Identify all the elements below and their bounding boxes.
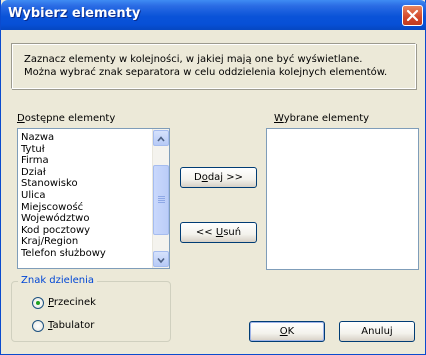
list-item[interactable]: Firma [21,155,49,166]
chevron-up-icon [157,136,165,142]
dialog-window: Wybierz elementy Zaznacz elementy w kole… [0,0,426,355]
close-button[interactable] [402,5,423,26]
available-elements-list[interactable]: Nazwa Tytuł Firma Dział Stanowisko Ulica Miejs… [17,128,170,269]
list-item[interactable]: Województwo [21,213,89,224]
scroll-thumb[interactable] [153,165,169,235]
ok-button[interactable]: OK [249,321,325,342]
list-item[interactable]: Nazwa [21,132,54,143]
scrollbar[interactable] [152,129,169,268]
selected-elements-label: Wybrane elementy [274,113,370,124]
window-title: Wybierz elementy [8,6,141,21]
title-bar[interactable]: Wybierz elementy [1,0,426,30]
scroll-up-button[interactable] [153,130,169,146]
cancel-button[interactable]: Anuluj [339,321,415,342]
list-item[interactable]: Miejscowość [21,202,83,213]
radio-tab-label[interactable]: Tabulator [48,320,94,331]
selected-elements-list[interactable] [266,128,419,270]
radio-selected-dot [36,301,40,305]
scroll-down-button[interactable] [153,251,169,267]
available-elements-label: Dostępne elementy [17,113,116,124]
add-button[interactable]: Dodaj >> [180,167,257,188]
chevron-down-icon [157,257,165,264]
description-box: Zaznacz elementy w kolejności, w jakiej … [11,43,416,89]
list-item[interactable]: Stanowisko [21,178,78,189]
close-icon [406,9,419,22]
list-item[interactable]: Dział [21,167,46,178]
list-item[interactable]: Telefon służbowy [21,248,106,259]
description-line-2: Można wybrać znak separatora w celu oddz… [24,67,388,78]
radio-comma-label[interactable]: Przecinek [48,297,96,308]
remove-button[interactable]: << Usuń [180,222,257,243]
list-item[interactable]: Kod pocztowy [21,225,90,236]
description-line-1: Zaznacz elementy w kolejności, w jakiej … [24,54,363,65]
radio-button-tab[interactable] [32,320,44,332]
separator-groupbox [11,281,171,342]
radio-button-comma[interactable] [32,297,44,309]
list-item[interactable]: Kraj/Region [21,236,78,247]
list-item[interactable]: Tytuł [21,144,45,155]
separator-group-title: Znak dzielenia [18,275,97,286]
list-item[interactable]: Ulica [21,190,46,201]
